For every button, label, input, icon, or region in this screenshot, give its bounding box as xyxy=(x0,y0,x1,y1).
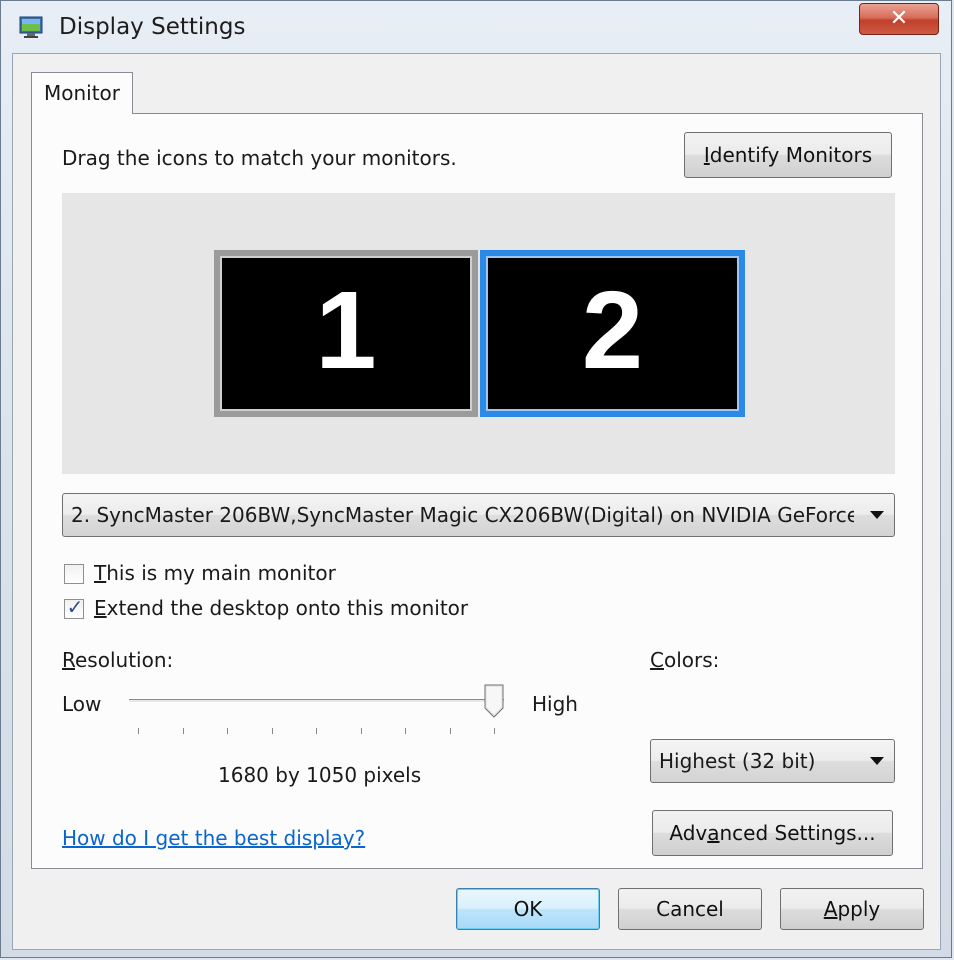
resolution-high-label: High xyxy=(532,692,578,716)
ok-button[interactable]: OK xyxy=(456,888,600,930)
window-title: Display Settings xyxy=(59,14,246,40)
monitor-arrangement-area[interactable]: 1 2 xyxy=(62,193,895,474)
resolution-slider-thumb[interactable] xyxy=(484,684,504,718)
close-button[interactable]: ✕ xyxy=(859,3,939,35)
monitor-2-number: 2 xyxy=(581,269,644,392)
monitor-2-icon[interactable]: 2 xyxy=(480,250,745,417)
extend-desktop-label[interactable]: Extend the desktop onto this monitor xyxy=(94,596,468,620)
chevron-down-icon xyxy=(870,511,884,519)
slider-tick xyxy=(405,728,406,734)
tab-monitor[interactable]: Monitor xyxy=(31,72,133,114)
slider-tick xyxy=(316,728,317,734)
monitor-select-dropdown[interactable]: 2. SyncMaster 206BW,SyncMaster Magic CX2… xyxy=(62,493,895,537)
identify-monitors-button[interactable]: Identify Monitors xyxy=(684,132,892,178)
display-settings-window: Display Settings ✕ Monitor Drag the icon… xyxy=(0,0,952,958)
colors-dropdown[interactable]: Highest (32 bit) xyxy=(650,739,895,783)
resolution-value: 1680 by 1050 pixels xyxy=(218,763,422,787)
title-bar[interactable]: Display Settings ✕ xyxy=(1,1,951,55)
main-monitor-label[interactable]: This is my main monitor xyxy=(94,561,336,585)
extend-desktop-checkbox[interactable]: ✓ xyxy=(64,595,84,619)
monitor-1-icon[interactable]: 1 xyxy=(214,250,478,417)
slider-tick xyxy=(182,728,184,734)
main-monitor-checkbox[interactable] xyxy=(64,564,84,584)
resolution-label: Resolution: xyxy=(62,648,174,672)
slider-tick xyxy=(227,728,228,734)
display-settings-icon xyxy=(19,16,43,38)
slider-tick xyxy=(271,728,273,734)
slider-tick xyxy=(360,728,362,734)
monitor-1-number: 1 xyxy=(315,269,377,392)
drag-instruction: Drag the icons to match your monitors. xyxy=(62,146,457,170)
dialog-client-area: Monitor Drag the icons to match your mon… xyxy=(12,53,941,950)
chevron-down-icon xyxy=(870,757,884,765)
monitor-tab-panel: Drag the icons to match your monitors. I… xyxy=(31,113,923,869)
checkmark-icon: ✓ xyxy=(66,595,84,619)
slider-tick xyxy=(494,728,495,734)
monitor-select-value: 2. SyncMaster 206BW,SyncMaster Magic CX2… xyxy=(71,503,854,527)
advanced-settings-button[interactable]: Advanced Settings... xyxy=(652,810,893,856)
best-display-help-link[interactable]: How do I get the best display? xyxy=(62,826,365,850)
close-icon: ✕ xyxy=(889,6,909,31)
cancel-button[interactable]: Cancel xyxy=(618,888,762,930)
colors-value: Highest (32 bit) xyxy=(659,749,816,773)
resolution-low-label: Low xyxy=(62,692,102,716)
colors-label: Colors: xyxy=(650,648,720,672)
resolution-slider-track[interactable] xyxy=(129,699,504,703)
slider-tick xyxy=(449,728,451,734)
slider-tick xyxy=(138,728,139,734)
apply-button[interactable]: Apply xyxy=(780,888,924,930)
